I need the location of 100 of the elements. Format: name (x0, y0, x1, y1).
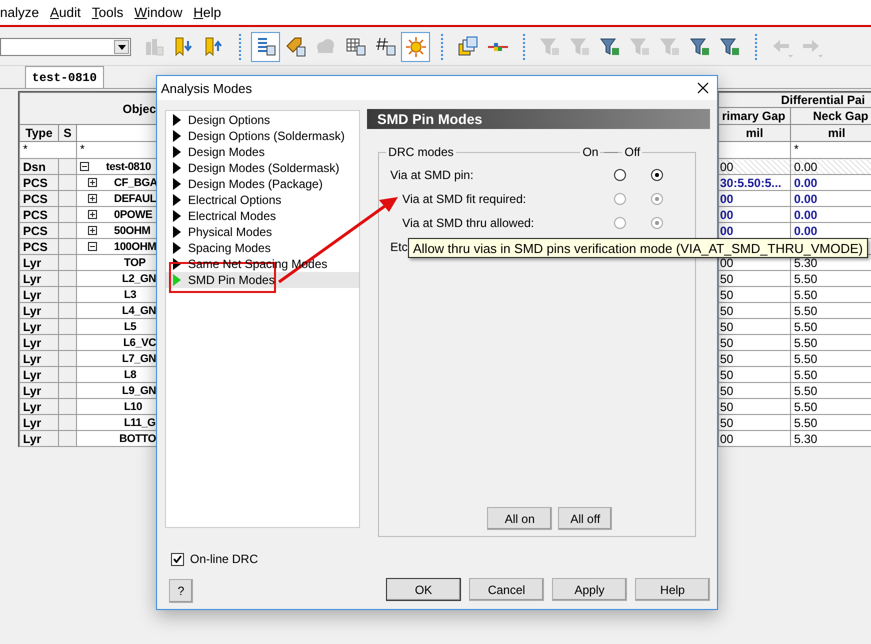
hash-icon[interactable] (374, 36, 396, 58)
table-cell: 5.30 (794, 432, 818, 446)
tree-item[interactable]: Electrical Options (166, 192, 360, 208)
table-cell: 00 (720, 160, 734, 174)
table-cell: 5.50 (794, 288, 818, 302)
tooltip: Allow thru vias in SMD pins verification mode (VIA_AT_SMD_THRU_VMODE) (408, 238, 868, 258)
table-cell: L9_GN (122, 384, 156, 396)
table-cell: 50OHM (114, 224, 150, 236)
radio-button[interactable] (614, 169, 626, 181)
column-header: Objec (20, 92, 159, 124)
table-cell: L11_G (124, 416, 156, 428)
sun-icon[interactable] (404, 36, 426, 58)
table-cell: 50 (720, 416, 734, 430)
table-cell: DEFAUL (114, 192, 156, 204)
tree-item[interactable]: Spacing Modes (166, 240, 360, 256)
collapse-icon[interactable] (80, 162, 89, 171)
dialog-button[interactable]: All on (487, 507, 552, 530)
dialog-button[interactable]: Help (635, 578, 710, 601)
tree-item[interactable]: Design Options (166, 112, 360, 128)
tag-icon[interactable] (284, 36, 306, 58)
table-cell: 100OHM (114, 240, 156, 252)
table-cell: L6_VC (123, 336, 156, 348)
table-cell: Lyr (20, 334, 58, 350)
table-cell: 5.30 (794, 256, 818, 270)
filter-icon[interactable] (598, 36, 620, 58)
expand-icon[interactable] (88, 226, 97, 235)
filter-icon[interactable] (688, 36, 710, 58)
column-header[interactable]: Neck Gap (790, 108, 871, 124)
option-label: Via at SMD thru allowed: (402, 216, 534, 230)
help-button[interactable]: ? (169, 579, 193, 603)
triangle-icon (173, 146, 181, 158)
table-cell: Lyr (20, 270, 58, 286)
tree-item[interactable]: Design Modes (166, 144, 360, 160)
panel-title: SMD Pin Modes (367, 109, 710, 129)
table-cell: 50 (720, 288, 734, 302)
table-cell: 50 (720, 368, 734, 382)
filter-value[interactable]: * (23, 142, 28, 156)
document-tab[interactable]: test-0810 (25, 66, 104, 88)
table-cell: 30:5.50:5... (720, 176, 782, 190)
group-label: DRC modes (386, 145, 456, 159)
table-cell: PCS (20, 174, 58, 190)
filter-icon[interactable] (718, 36, 740, 58)
option-label: Via at SMD pin: (390, 168, 474, 182)
triangle-icon (173, 274, 181, 286)
checkbox-label[interactable]: On-line DRC (190, 552, 258, 566)
menu-item[interactable]: Help (193, 5, 222, 20)
bookmark-down-icon[interactable] (172, 36, 194, 58)
collapse-icon[interactable] (88, 242, 97, 251)
table-cell: 5.50 (794, 320, 818, 334)
table-cell: CF_BGA (114, 176, 158, 188)
checkbox[interactable] (171, 552, 184, 566)
menu-item[interactable]: Audit (50, 5, 81, 20)
tree-item[interactable]: Design Modes (Package) (166, 176, 360, 192)
table-cell: Lyr (20, 414, 58, 430)
toggle-button[interactable] (251, 32, 280, 62)
table-cell: L7_GN (122, 352, 156, 364)
menu-item[interactable]: Window (134, 5, 182, 20)
tree-item[interactable]: Design Options (Soldermask) (166, 128, 360, 144)
table-cell: 5.50 (794, 400, 818, 414)
expand-icon[interactable] (88, 210, 97, 219)
table-cell: 50 (720, 336, 734, 350)
tree-item[interactable]: Physical Modes (166, 224, 360, 240)
triangle-icon (173, 162, 181, 174)
menu-item[interactable]: Tools (92, 5, 124, 20)
dialog-button[interactable]: Cancel (469, 578, 544, 601)
triangle-icon (173, 194, 181, 206)
toggle-button[interactable] (401, 32, 430, 62)
column-header[interactable]: Type (20, 124, 58, 142)
table-cell: 00 (720, 224, 734, 238)
close-icon[interactable] (697, 82, 709, 94)
table-cell: 5.50 (794, 336, 818, 350)
grid-icon[interactable] (344, 36, 366, 58)
dialog-button[interactable]: All off (558, 507, 612, 530)
table-cell: 50 (720, 400, 734, 414)
dialog-button[interactable]: Apply (552, 578, 627, 601)
table-cell: 0.00 (794, 176, 818, 190)
radio-button[interactable] (651, 169, 664, 181)
windows-icon[interactable] (456, 36, 478, 58)
expand-icon[interactable] (88, 194, 97, 203)
expand-icon[interactable] (88, 178, 97, 187)
table-cell: 50 (720, 304, 734, 318)
dialog-button[interactable]: OK (386, 578, 461, 601)
filter-value[interactable]: * (794, 142, 799, 156)
table-cell: L3 (124, 288, 136, 300)
column-header[interactable]: rimary Gap (718, 108, 790, 124)
window-title: Analysis Modes (161, 80, 252, 96)
table-cell: 0.00 (794, 224, 818, 238)
dropdown-arrow-icon[interactable] (118, 44, 126, 50)
option-label: Via at SMD fit required: (402, 192, 526, 206)
table-cell: 5.50 (794, 272, 818, 286)
menu-item[interactable]: nalyze (0, 5, 40, 20)
filter-value[interactable]: * (80, 142, 85, 156)
table-cell: 00 (720, 432, 734, 446)
table-cell: PCS (20, 222, 58, 238)
check-icon (173, 555, 182, 563)
table-cell: 00 (720, 208, 734, 222)
tree-item[interactable]: Electrical Modes (166, 208, 360, 224)
bookmark-up-icon[interactable] (202, 36, 224, 58)
tree-item[interactable]: Design Modes (Soldermask) (166, 160, 360, 176)
combo-box[interactable] (0, 38, 131, 56)
